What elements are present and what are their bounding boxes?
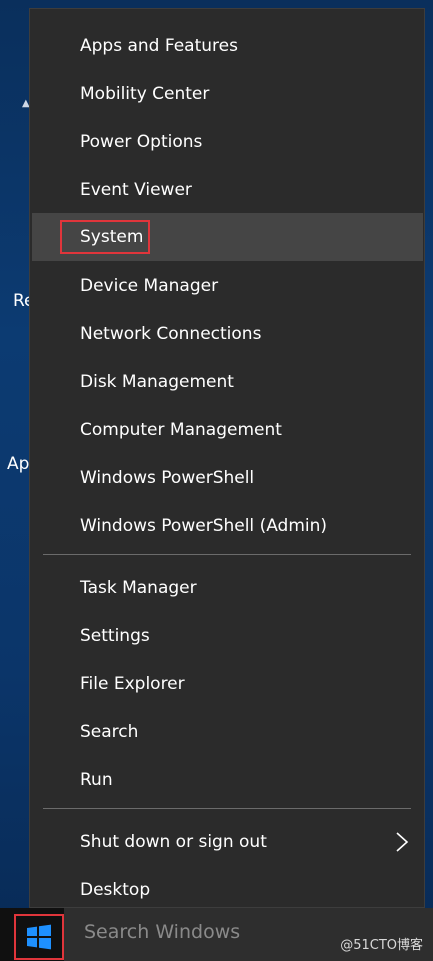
menu-item-apps-and-features[interactable]: Apps and Features <box>32 22 423 70</box>
menu-item-desktop[interactable]: Desktop <box>32 866 423 914</box>
start-button[interactable] <box>14 914 64 960</box>
menu-item-task-manager[interactable]: Task Manager <box>32 564 423 612</box>
menu-item-mobility-center[interactable]: Mobility Center <box>32 70 423 118</box>
menu-separator <box>43 554 411 555</box>
menu-item-label: Computer Management <box>80 420 282 440</box>
menu-separator <box>43 808 411 809</box>
chevron-right-icon <box>396 832 409 852</box>
menu-item-label: Device Manager <box>80 276 219 296</box>
menu-item-label: Run <box>80 770 113 790</box>
menu-item-run[interactable]: Run <box>32 756 423 804</box>
menu-item-power-options[interactable]: Power Options <box>32 118 423 166</box>
menu-item-label: Search <box>80 722 139 742</box>
menu-item-label: Apps and Features <box>80 36 238 56</box>
menu-item-disk-management[interactable]: Disk Management <box>32 358 423 406</box>
menu-item-label: Mobility Center <box>80 84 210 104</box>
menu-item-label: Task Manager <box>80 578 197 598</box>
desktop-icon-label[interactable]: Ap <box>7 454 29 474</box>
menu-item-network-connections[interactable]: Network Connections <box>32 310 423 358</box>
menu-item-label: Network Connections <box>80 324 262 344</box>
search-placeholder: Search Windows <box>84 921 241 943</box>
menu-item-label: Shut down or sign out <box>80 832 267 852</box>
menu-item-device-manager[interactable]: Device Manager <box>32 262 423 310</box>
watermark: @51CTO博客 <box>340 938 423 953</box>
menu-item-label: Settings <box>80 626 150 646</box>
menu-item-windows-powershell-admin[interactable]: Windows PowerShell (Admin) <box>32 502 423 550</box>
menu-item-search[interactable]: Search <box>32 708 423 756</box>
windows-logo-icon <box>27 924 51 950</box>
menu-item-label: Windows PowerShell <box>80 468 255 488</box>
menu-item-windows-powershell[interactable]: Windows PowerShell <box>32 454 423 502</box>
menu-item-label: Disk Management <box>80 372 234 392</box>
menu-item-label: Windows PowerShell (Admin) <box>80 516 328 536</box>
menu-item-computer-management[interactable]: Computer Management <box>32 406 423 454</box>
menu-item-label: Power Options <box>80 132 203 152</box>
menu-item-label: File Explorer <box>80 674 185 694</box>
menu-item-file-explorer[interactable]: File Explorer <box>32 660 423 708</box>
menu-item-shut-down-or-sign-out[interactable]: Shut down or sign out <box>32 818 423 866</box>
power-user-menu: Apps and Features Mobility Center Power … <box>29 8 425 908</box>
menu-item-label: Event Viewer <box>80 180 192 200</box>
menu-item-settings[interactable]: Settings <box>32 612 423 660</box>
annotation-highlight <box>60 220 150 254</box>
menu-item-event-viewer[interactable]: Event Viewer <box>32 166 423 214</box>
taskbar: Search Windows @51CTO博客 <box>0 908 433 961</box>
menu-item-label: Desktop <box>80 880 151 900</box>
search-box[interactable]: Search Windows @51CTO博客 <box>64 908 433 961</box>
